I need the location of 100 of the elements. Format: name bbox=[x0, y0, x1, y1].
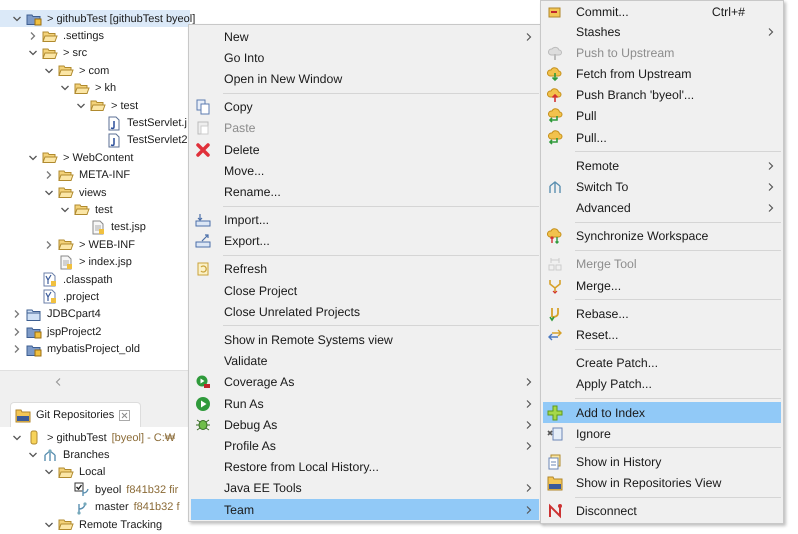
menu-item[interactable]: Pull... bbox=[543, 126, 781, 148]
expand-chevron-icon[interactable] bbox=[60, 204, 70, 215]
menu-item[interactable]: Java EE Tools bbox=[191, 478, 539, 499]
tree-row[interactable]: .classpath bbox=[0, 270, 190, 288]
menu-item[interactable]: Profile As bbox=[191, 435, 539, 457]
menu-item[interactable]: Advanced bbox=[543, 198, 781, 219]
menu-item[interactable]: Close Unrelated Projects bbox=[191, 301, 539, 322]
tree-row[interactable]: master f841b32 f bbox=[0, 498, 190, 516]
tree-row[interactable]: JDBCpart4 bbox=[0, 306, 190, 324]
export-icon bbox=[195, 233, 211, 250]
expand-chevron-icon[interactable] bbox=[28, 152, 38, 163]
expand-chevron-icon[interactable] bbox=[44, 520, 54, 530]
menu-item[interactable]: Add to Index bbox=[543, 402, 781, 424]
menu-item[interactable]: Coverage As bbox=[191, 372, 539, 393]
menu-item[interactable]: Disconnect bbox=[543, 500, 781, 522]
tree-row[interactable]: > com bbox=[0, 62, 190, 80]
menu-item[interactable]: Rebase... bbox=[543, 303, 781, 324]
menu-item[interactable]: Pull bbox=[543, 106, 781, 127]
tree-row[interactable]: TestServlet2 bbox=[0, 132, 190, 150]
menu-item[interactable]: Delete bbox=[191, 138, 539, 160]
expand-chevron-icon[interactable] bbox=[76, 100, 86, 111]
menu-item[interactable]: Stashes bbox=[543, 21, 781, 42]
tree-row[interactable]: TestServlet.j bbox=[0, 114, 190, 132]
java-file-icon bbox=[106, 116, 122, 131]
menu-item[interactable]: Restore from Local History... bbox=[191, 456, 539, 478]
menu-item[interactable]: Commit... Ctrl+# bbox=[543, 2, 781, 21]
tree-row[interactable]: > githubTest [byeol] - C:₩ bbox=[0, 429, 190, 446]
menu-item[interactable]: Reset... bbox=[543, 324, 781, 346]
folder-icon bbox=[42, 150, 58, 166]
folder-icon bbox=[58, 185, 74, 200]
expand-chevron-icon[interactable] bbox=[44, 188, 54, 198]
menu-item[interactable]: Close Project bbox=[191, 280, 539, 302]
collapse-chevron-icon[interactable] bbox=[12, 326, 22, 337]
menu-item[interactable]: Ignore bbox=[543, 423, 781, 444]
collapse-chevron-icon[interactable] bbox=[12, 309, 22, 320]
collapse-chevron-icon[interactable] bbox=[12, 344, 22, 354]
tree-item-label: > githubTest [githubTest byeol] bbox=[47, 12, 196, 25]
menu-item[interactable]: Create Patch... bbox=[543, 352, 781, 374]
tree-row[interactable]: .project bbox=[0, 288, 190, 306]
tree-row[interactable]: test.jsp bbox=[0, 218, 190, 236]
branches-icon bbox=[547, 178, 563, 195]
menu-item[interactable]: Team bbox=[191, 498, 539, 520]
menu-item[interactable]: Show in Remote Systems view bbox=[191, 329, 539, 351]
git-repositories-tab[interactable]: Git Repositories bbox=[10, 402, 142, 427]
tree-row[interactable]: > index.jsp bbox=[0, 253, 190, 271]
tree-row[interactable]: views bbox=[0, 184, 190, 202]
close-icon[interactable] bbox=[119, 410, 130, 420]
folder-icon bbox=[58, 464, 74, 480]
expand-chevron-icon[interactable] bbox=[12, 14, 22, 24]
tree-row[interactable]: > WebContent bbox=[0, 149, 190, 167]
menu-item[interactable]: Debug As bbox=[191, 414, 539, 436]
tree-row[interactable]: jspProject2 bbox=[0, 323, 190, 340]
menu-item[interactable]: Apply Patch... bbox=[543, 374, 781, 395]
tree-item-detail: f841b32 fir bbox=[126, 484, 178, 496]
tree-row[interactable]: > kh bbox=[0, 80, 190, 97]
tree-row[interactable]: test bbox=[0, 201, 190, 219]
tree-row[interactable]: Local bbox=[0, 464, 190, 482]
collapse-chevron-icon[interactable] bbox=[44, 240, 54, 250]
tree-item-label: mybatisProject_old bbox=[47, 343, 140, 356]
menu-item[interactable]: Synchronize Workspace bbox=[543, 226, 781, 247]
menu-item[interactable]: Merge... bbox=[543, 275, 781, 296]
menu-item[interactable]: Show in History bbox=[543, 451, 781, 473]
menu-item[interactable]: Remote bbox=[543, 155, 781, 176]
expand-chevron-icon[interactable] bbox=[44, 66, 54, 76]
menu-item[interactable]: Push Branch 'byeol'... bbox=[543, 84, 781, 106]
sync-icon bbox=[547, 228, 563, 244]
collapse-chevron-icon[interactable] bbox=[28, 31, 38, 42]
collapse-chevron-icon[interactable] bbox=[44, 170, 54, 180]
tree-item-label: master bbox=[95, 501, 129, 514]
menu-item[interactable]: Show in Repositories View bbox=[543, 472, 781, 494]
tree-item-label: Branches bbox=[63, 449, 110, 462]
menu-item[interactable]: Go Into bbox=[191, 47, 539, 68]
menu-item[interactable]: Export... bbox=[191, 230, 539, 252]
branches-icon bbox=[42, 448, 58, 463]
tree-row[interactable]: mybatisProject_old bbox=[0, 340, 190, 358]
tree-row[interactable]: > src bbox=[0, 44, 190, 62]
menu-item[interactable]: Copy bbox=[191, 96, 539, 118]
tree-row[interactable]: byeol f841b32 fir bbox=[0, 481, 190, 499]
tree-row[interactable]: .settings bbox=[0, 27, 190, 45]
menu-item[interactable]: Refresh bbox=[191, 258, 539, 280]
folder-icon bbox=[90, 98, 106, 114]
expand-chevron-icon[interactable] bbox=[12, 432, 22, 443]
menu-item[interactable]: Validate bbox=[191, 350, 539, 372]
menu-item[interactable]: New bbox=[191, 26, 539, 48]
menu-item[interactable]: Switch To bbox=[543, 176, 781, 198]
cloud-upload-icon bbox=[547, 87, 563, 104]
menu-item[interactable]: Fetch from Upstream bbox=[543, 63, 781, 85]
tree-row[interactable]: Remote Tracking bbox=[0, 516, 190, 534]
shortcut-label: Ctrl+# bbox=[712, 4, 745, 18]
tree-row[interactable]: > WEB-INF bbox=[0, 236, 190, 254]
tree-row[interactable]: META-INF bbox=[0, 166, 190, 184]
tree-row[interactable]: > test bbox=[0, 96, 190, 114]
menu-item[interactable]: Rename... bbox=[191, 181, 539, 202]
menu-item[interactable]: Run As bbox=[191, 393, 539, 414]
menu-item[interactable]: Move... bbox=[191, 160, 539, 182]
menu-item[interactable]: Import... bbox=[191, 210, 539, 231]
menu-item[interactable]: Open in New Window bbox=[191, 68, 539, 90]
add-icon bbox=[547, 404, 563, 421]
tree-row[interactable]: Branches bbox=[0, 446, 190, 464]
tree-item-label: > githubTest bbox=[47, 432, 107, 444]
